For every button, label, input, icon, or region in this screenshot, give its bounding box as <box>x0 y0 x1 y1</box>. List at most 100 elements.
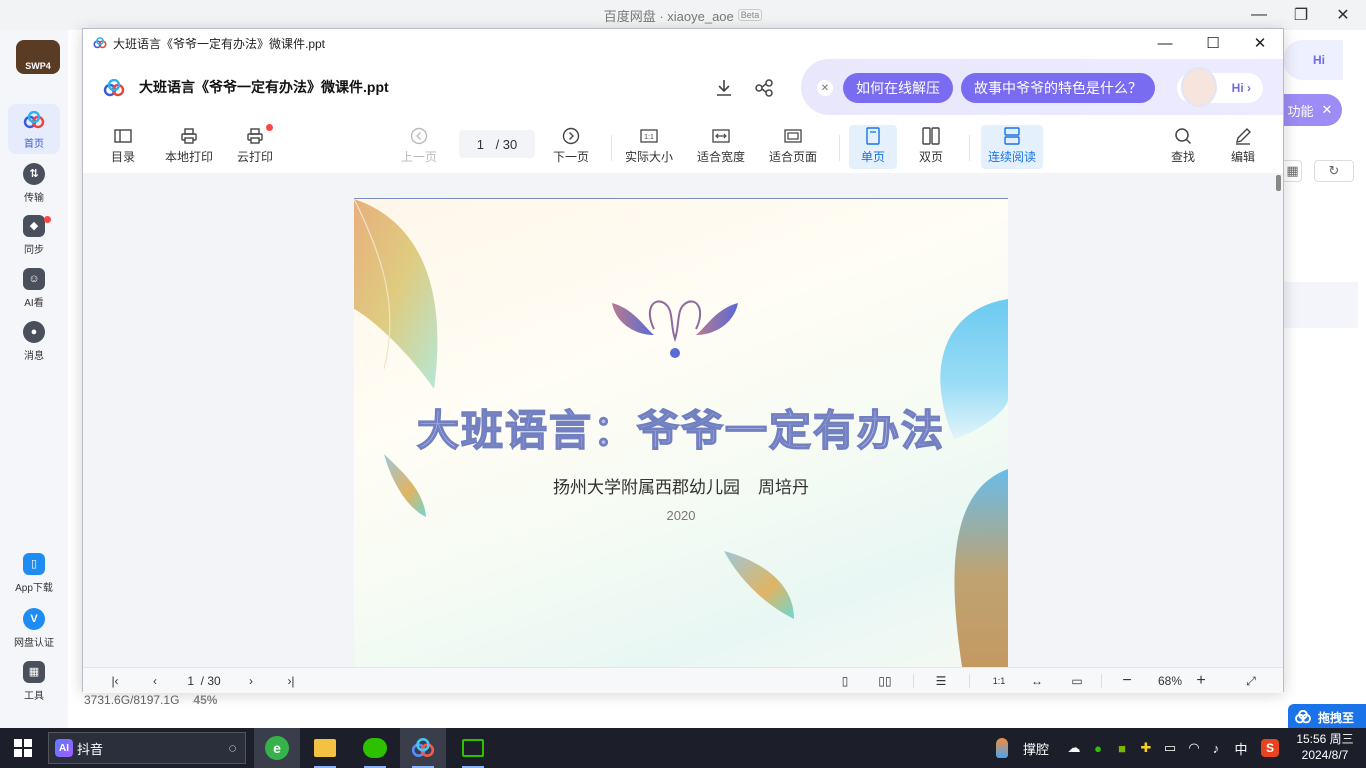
toc-button[interactable]: 目录 <box>107 125 139 169</box>
close-icon[interactable]: ✕ <box>1240 31 1280 55</box>
actual-size-icon: 1:1 <box>640 127 658 145</box>
taskbar-explorer-app[interactable] <box>302 728 348 768</box>
double-page-icon[interactable]: ▯▯ <box>875 672 895 690</box>
netdisk-tray-icon[interactable]: ☁ <box>1064 728 1084 768</box>
continuous-reading-icon <box>1003 127 1021 145</box>
sidebar-item-app-download[interactable]: ▯ App下载 <box>8 548 60 598</box>
battery-icon[interactable]: ▭ <box>1160 728 1180 768</box>
background-hi-button[interactable]: Hi <box>1283 40 1343 80</box>
minimize-icon[interactable]: — <box>1145 31 1185 55</box>
zoom-in-button[interactable]: + <box>1191 672 1211 690</box>
sidebar-item-tools[interactable]: ▦ 工具 <box>8 656 60 706</box>
taskbar-clock[interactable]: 15:56 周三 2024/8/7 <box>1290 731 1360 763</box>
sidebar-item-transfer[interactable]: ⇅ 传输 <box>8 158 60 208</box>
drag-upload-label: 拖拽至 <box>1318 710 1355 725</box>
windows-start-icon[interactable] <box>14 739 32 757</box>
chevron-left-icon[interactable]: ‹ <box>145 672 165 690</box>
browser-icon: e <box>265 736 289 760</box>
ai-suggestion-chip[interactable]: 故事中爷爷的特色是什么？ <box>961 73 1155 103</box>
cloud-print-button[interactable]: 云打印 <box>233 125 277 169</box>
fit-width-icon[interactable]: ↔ <box>1027 672 1047 690</box>
double-page-button[interactable]: 双页 <box>915 125 947 169</box>
refresh-icon[interactable]: ↻ <box>1314 160 1354 182</box>
pencil-icon <box>1234 127 1252 145</box>
restore-icon[interactable]: ❐ <box>1286 4 1316 26</box>
edit-button[interactable]: 编辑 <box>1227 125 1259 169</box>
close-icon[interactable]: ✕ <box>817 80 833 96</box>
drag-upload-pill[interactable]: 拖拽至 <box>1288 704 1366 730</box>
wechat-tray-icon[interactable]: ● <box>1088 728 1108 768</box>
find-button[interactable]: 查找 <box>1167 125 1199 169</box>
grid-view-icon[interactable]: ▦ <box>1284 160 1302 182</box>
fit-page-button[interactable]: 适合页面 <box>765 125 821 169</box>
netdisk-logo-icon <box>411 738 435 757</box>
sidebar-item-home[interactable]: 首页 <box>8 104 60 154</box>
toolbar-divider <box>611 135 612 161</box>
close-icon[interactable]: ✕ <box>1328 4 1358 26</box>
wifi-icon[interactable]: ◠ <box>1184 728 1204 768</box>
volume-icon[interactable]: ♪ <box>1206 728 1226 768</box>
statusbar-divider <box>1101 674 1102 688</box>
minimize-icon[interactable]: — <box>1244 4 1274 26</box>
page-number-input[interactable]: 1 / 30 <box>459 130 535 158</box>
fit-width-icon <box>712 127 730 145</box>
edit-label: 编辑 <box>1231 150 1256 164</box>
single-page-button[interactable]: 单页 <box>849 125 897 169</box>
single-page-icon[interactable]: ▯ <box>835 672 855 690</box>
fullscreen-icon[interactable]: ⤢ <box>1241 672 1261 690</box>
sidebar-item-ai-watch[interactable]: ☺ AI看 <box>8 263 60 313</box>
taskbar-screen-app[interactable] <box>450 728 496 768</box>
sogou-ime-icon[interactable]: S <box>1258 728 1282 768</box>
taskbar-browser-app[interactable]: e <box>254 728 300 768</box>
actual-size-icon[interactable]: 1:1 <box>987 672 1011 690</box>
ai-avatar[interactable] <box>1181 67 1217 107</box>
actual-size-button[interactable]: 1:1 实际大小 <box>621 125 677 169</box>
ime-indicator[interactable]: 中 <box>1230 728 1252 768</box>
chevron-right-icon[interactable]: › <box>241 672 261 690</box>
app-logo[interactable]: SWP4 <box>16 40 60 74</box>
sidebar-item-label: 传输 <box>24 192 44 204</box>
continuous-reading-icon[interactable]: ☰ <box>931 672 951 690</box>
tray-app-label[interactable]: 撑腔 <box>1018 728 1054 768</box>
first-page-icon[interactable]: |‹ <box>105 672 125 690</box>
continuous-reading-button[interactable]: 连续阅读 <box>981 125 1043 169</box>
statusbar-divider <box>913 674 914 688</box>
last-page-icon[interactable]: ›| <box>281 672 301 690</box>
status-page-indicator[interactable]: 1 / 30 <box>179 672 229 690</box>
status-total-pages: / 30 <box>200 674 221 688</box>
sidebar-item-messages[interactable]: ● 消息 <box>8 316 60 366</box>
nvidia-tray-icon[interactable]: ■ <box>1112 728 1132 768</box>
fit-width-button[interactable]: 适合宽度 <box>693 125 749 169</box>
tray-figure-icon <box>996 738 1008 758</box>
sidebar-item-verify[interactable]: V 网盘认证 <box>8 603 60 653</box>
double-page-icon <box>922 127 940 145</box>
viewer-statusbar: |‹ ‹ 1 / 30 › ›| ▯ ▯▯ ☰ 1:1 ↔ ▭ − 68% + … <box>83 667 1283 693</box>
document-canvas[interactable]: 大班语言：爷爷一定有办法 扬州大学附属西郡幼儿园 周培丹 2020 <box>83 173 1283 667</box>
tray-app-icon[interactable] <box>990 728 1014 768</box>
share-icon[interactable] <box>751 75 777 101</box>
security-tray-icon[interactable]: ✚ <box>1136 728 1156 768</box>
zoom-level[interactable]: 68% <box>1147 672 1193 690</box>
fit-page-icon[interactable]: ▭ <box>1067 672 1087 690</box>
maximize-icon[interactable]: ☐ <box>1193 31 1233 55</box>
viewer-window-title: 大班语言《爷爷一定有办法》微课件.ppt <box>113 36 326 51</box>
screen-icon <box>462 739 484 757</box>
prev-page-button[interactable]: 上一页 <box>397 125 441 169</box>
close-icon[interactable]: ✕ <box>1322 102 1333 118</box>
taskbar-netdisk-app[interactable] <box>400 728 446 768</box>
next-page-button[interactable]: 下一页 <box>549 125 593 169</box>
find-label: 查找 <box>1171 150 1196 164</box>
background-feature-pill[interactable]: 功能 ✕ <box>1278 94 1342 126</box>
taskbar-search-box[interactable]: AI 抖音 ○ <box>48 732 246 764</box>
vertical-scrollbar[interactable] <box>1276 175 1281 191</box>
background-file-row[interactable] <box>1283 282 1358 328</box>
taskbar-wechat-app[interactable] <box>352 728 398 768</box>
tools-icon: ▦ <box>23 660 45 683</box>
sidebar-item-sync[interactable]: ◆ 同步 <box>8 210 60 260</box>
ai-suggestion-chip[interactable]: 如何在线解压 <box>843 73 953 103</box>
slide-author: 周培丹 <box>758 478 809 497</box>
local-print-button[interactable]: 本地打印 <box>161 125 217 169</box>
download-icon[interactable] <box>711 75 737 101</box>
zoom-out-button[interactable]: − <box>1117 672 1137 690</box>
slide-subtitle: 扬州大学附属西郡幼儿园 周培丹 <box>354 473 1008 498</box>
